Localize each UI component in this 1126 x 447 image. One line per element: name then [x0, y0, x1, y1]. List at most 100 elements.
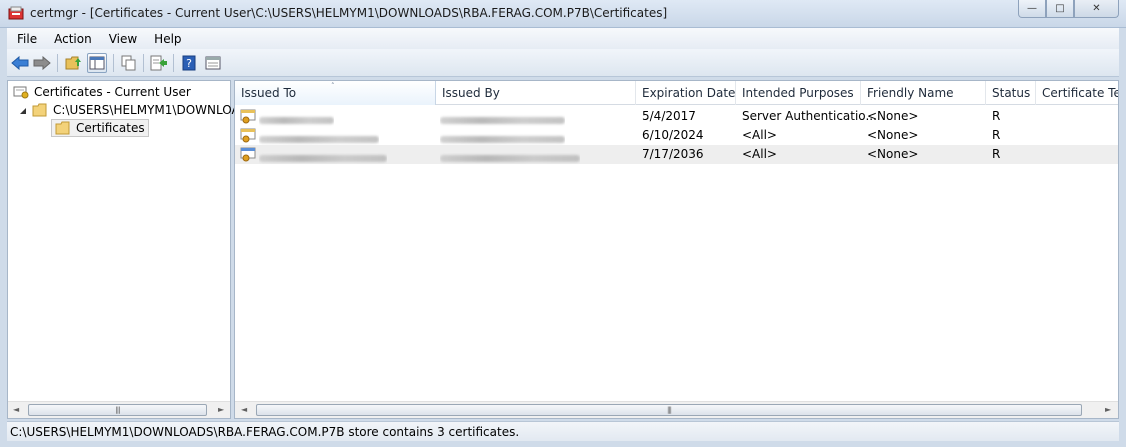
certificate-list-pane[interactable]: Issued To ˄ Issued By Expiration Date In… — [234, 80, 1119, 419]
menu-action[interactable]: Action — [44, 32, 99, 46]
column-friendly-name[interactable]: Friendly Name — [861, 81, 986, 105]
menu-bar: File Action View Help — [7, 28, 1119, 49]
issued-by-cell-redacted — [440, 151, 580, 165]
table-row[interactable]: 6/10/2024 <All> <None> R — [235, 126, 1118, 145]
up-folder-icon — [65, 56, 81, 70]
column-issued-by[interactable]: Issued By — [436, 81, 636, 105]
column-friendly-name-label: Friendly Name — [867, 86, 954, 100]
export-list-icon — [150, 55, 167, 71]
scrollbar-thumb[interactable]: ||| — [256, 404, 1082, 416]
folder-icon — [32, 103, 47, 117]
intended-purposes-cell: <All> — [742, 128, 777, 142]
certmgr-app-icon — [8, 6, 24, 20]
scroll-left-icon[interactable]: ◄ — [241, 405, 247, 414]
list-horizontal-scrollbar[interactable]: ◄ ||| ► — [235, 401, 1118, 418]
status-cell: R — [992, 147, 1001, 161]
certificates-store-icon — [13, 86, 29, 99]
tree-expanded-icon[interactable] — [19, 107, 27, 115]
copy-icon — [121, 55, 136, 71]
minimize-button[interactable]: — — [1018, 0, 1046, 18]
toolbar-separator — [57, 54, 58, 72]
expiration-date-cell: 5/4/2017 — [642, 109, 696, 123]
menu-file[interactable]: File — [7, 32, 44, 46]
column-intended-purposes-label: Intended Purposes — [742, 86, 854, 100]
properties-icon — [205, 56, 221, 70]
expiration-date-cell: 7/17/2036 — [642, 147, 704, 161]
certificate-icon — [240, 147, 256, 162]
status-text: C:\USERS\HELMYM1\DOWNLOADS\RBA.FERAG.COM… — [10, 425, 520, 439]
forward-button[interactable] — [32, 53, 52, 73]
issued-to-cell-redacted — [259, 113, 334, 127]
tree-node-certificates[interactable]: Certificates — [51, 119, 149, 137]
column-status-label: Status — [992, 86, 1031, 100]
help-button[interactable]: ? — [179, 53, 199, 73]
column-intended-purposes[interactable]: Intended Purposes — [736, 81, 861, 105]
column-certificate-template-label: Certificate Te... — [1042, 86, 1118, 100]
tree-node-store[interactable]: C:\USERS\HELMYM1\DOWNLOA — [32, 101, 240, 119]
issued-to-cell-redacted — [259, 151, 387, 165]
sort-ascending-icon: ˄ — [331, 82, 335, 90]
copy-button[interactable] — [119, 53, 139, 73]
intended-purposes-cell: <All> — [742, 147, 777, 161]
show-hide-tree-button[interactable] — [87, 53, 107, 73]
grip-icon: ||| — [115, 406, 120, 414]
column-header: Issued To ˄ Issued By Expiration Date In… — [235, 81, 1118, 105]
help-icon: ? — [182, 55, 196, 71]
close-icon: ✕ — [1092, 3, 1101, 14]
column-certificate-template[interactable]: Certificate Te... — [1036, 81, 1118, 105]
tree-horizontal-scrollbar[interactable]: ◄ ||| ► — [8, 401, 230, 418]
maximize-button[interactable]: □ — [1046, 0, 1074, 18]
scrollbar-thumb[interactable]: ||| — [28, 404, 207, 416]
column-status[interactable]: Status — [986, 81, 1036, 105]
title-bar[interactable]: certmgr - [Certificates - Current User\C… — [0, 0, 1126, 28]
forward-arrow-icon — [33, 56, 51, 70]
friendly-name-cell: <None> — [867, 109, 919, 123]
issued-by-cell-redacted — [440, 113, 565, 127]
friendly-name-cell: <None> — [867, 128, 919, 142]
window-controls: — □ ✕ — [1018, 0, 1119, 18]
column-issued-to-label: Issued To — [241, 86, 297, 100]
tree-root-label: Certificates - Current User — [34, 85, 191, 99]
column-expiration-date-label: Expiration Date — [642, 86, 736, 100]
issued-by-cell-redacted — [440, 132, 565, 146]
status-bar: C:\USERS\HELMYM1\DOWNLOADS\RBA.FERAG.COM… — [7, 421, 1119, 441]
grip-icon: ||| — [666, 406, 672, 414]
scroll-right-icon[interactable]: ► — [1105, 405, 1111, 414]
column-issued-to[interactable]: Issued To ˄ — [235, 81, 436, 105]
scroll-right-icon[interactable]: ► — [218, 405, 224, 414]
window-title: certmgr - [Certificates - Current User\C… — [30, 6, 668, 20]
tree-certificates-label: Certificates — [76, 121, 145, 135]
back-arrow-icon — [11, 56, 29, 70]
properties-button[interactable] — [203, 53, 223, 73]
toolbar-separator — [173, 54, 174, 72]
scroll-left-icon[interactable]: ◄ — [13, 405, 19, 414]
tree-node-root[interactable]: Certificates - Current User — [13, 83, 191, 101]
friendly-name-cell: <None> — [867, 147, 919, 161]
column-issued-by-label: Issued By — [442, 86, 500, 100]
menu-help[interactable]: Help — [144, 32, 188, 46]
back-button[interactable] — [10, 53, 30, 73]
toolbar-separator — [113, 54, 114, 72]
status-cell: R — [992, 109, 1001, 123]
menu-view[interactable]: View — [99, 32, 144, 46]
certificate-icon — [240, 109, 256, 124]
expiration-date-cell: 6/10/2024 — [642, 128, 704, 142]
up-one-level-button[interactable] — [64, 53, 84, 73]
table-row[interactable]: 7/17/2036 <All> <None> R — [235, 145, 1118, 164]
toolbar-separator — [143, 54, 144, 72]
tree-selection-highlight: Certificates — [51, 119, 149, 137]
folder-icon — [55, 121, 70, 135]
export-list-button[interactable] — [149, 53, 169, 73]
maximize-icon: □ — [1055, 3, 1065, 14]
certificate-icon — [240, 128, 256, 143]
close-button[interactable]: ✕ — [1074, 0, 1119, 18]
console-tree-pane[interactable]: Certificates - Current User C:\USERS\HEL… — [7, 80, 240, 419]
table-row[interactable]: 5/4/2017 Server Authenticatio... <None> … — [235, 107, 1118, 126]
svg-text:?: ? — [186, 57, 192, 70]
intended-purposes-cell: Server Authenticatio... — [742, 109, 877, 123]
tree-store-label: C:\USERS\HELMYM1\DOWNLOA — [53, 103, 240, 117]
minimize-icon: — — [1027, 3, 1037, 14]
toolbar: ? — [7, 49, 1119, 77]
column-expiration-date[interactable]: Expiration Date — [636, 81, 736, 105]
status-cell: R — [992, 128, 1001, 142]
